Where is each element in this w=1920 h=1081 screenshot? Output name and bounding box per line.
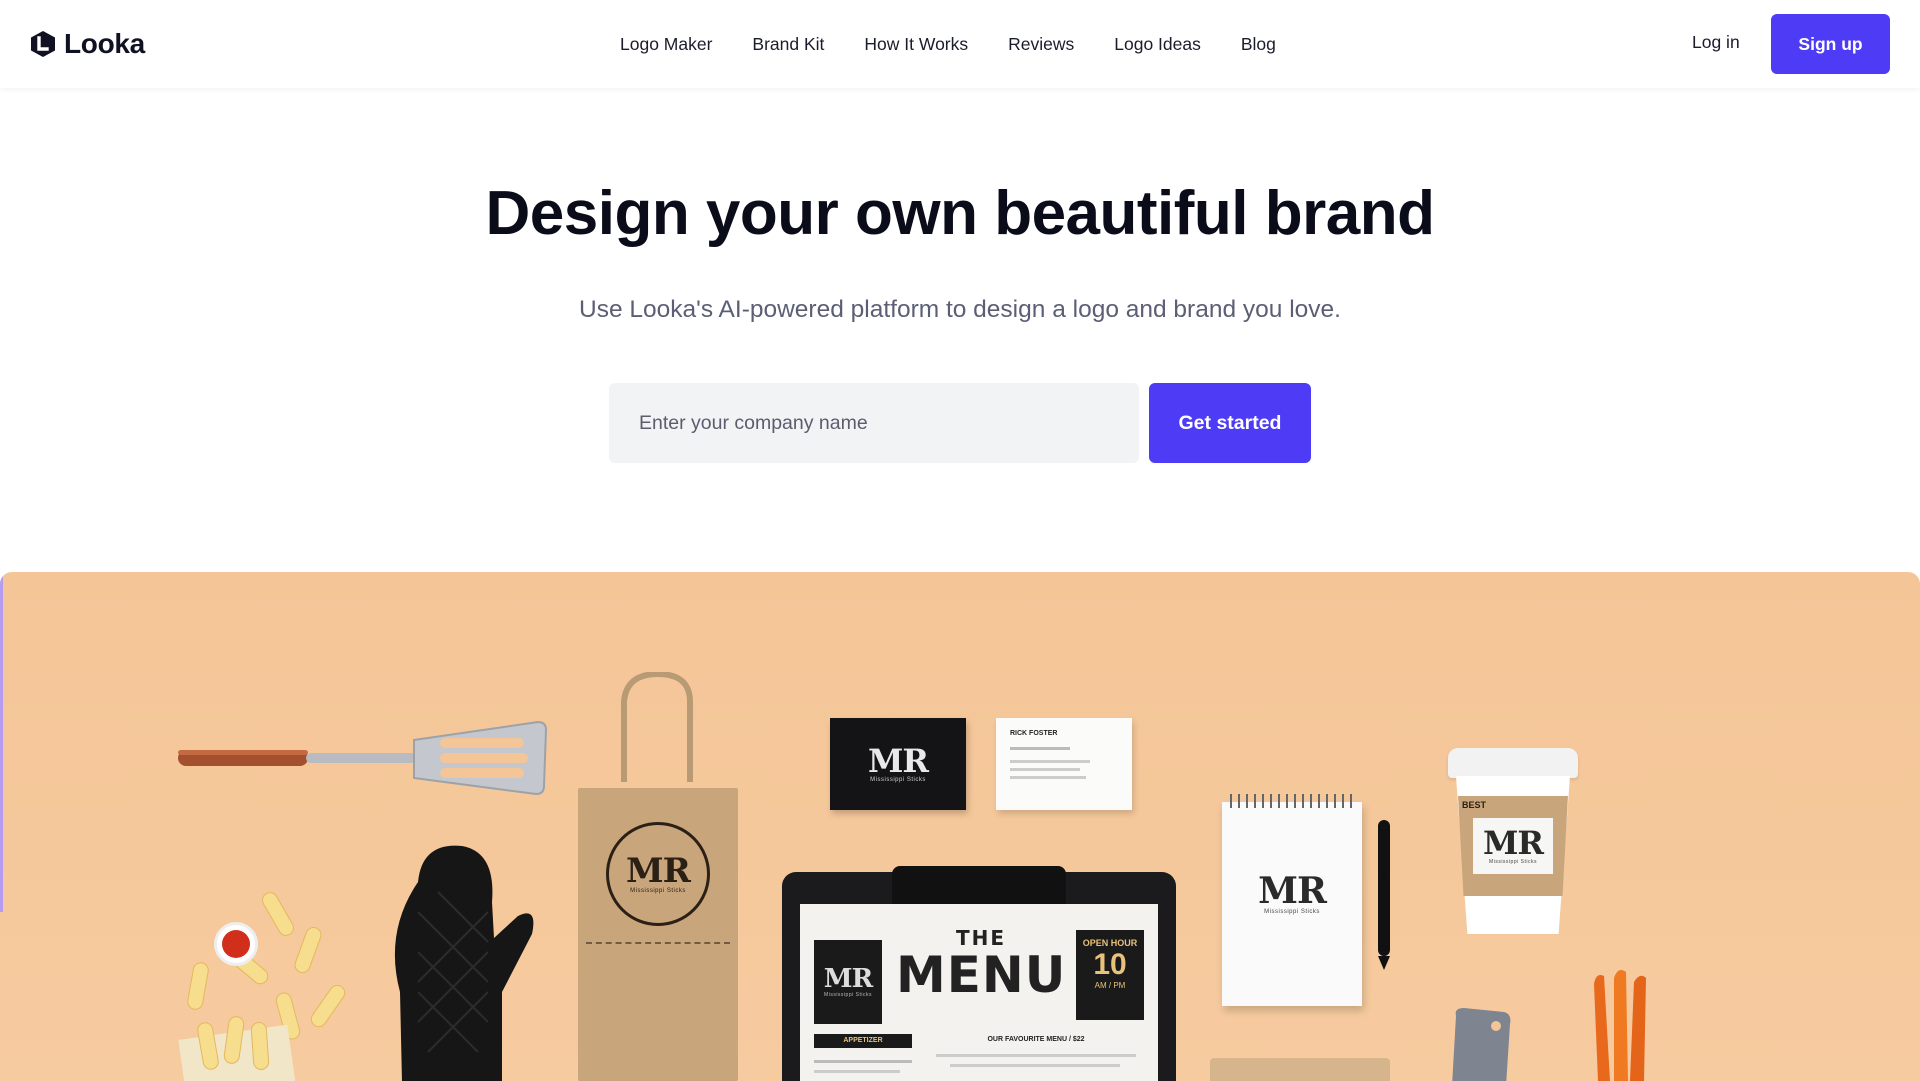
menu-clipboard-mockup: MR Mississippi Sticks THE MENU OPEN HOUR… bbox=[782, 866, 1176, 1081]
showcase-accent-line bbox=[0, 572, 3, 912]
business-card-front: MR Mississippi Sticks bbox=[830, 718, 966, 810]
hero-title: Design your own beautiful brand bbox=[485, 179, 1435, 248]
cup-logo-tagline: Mississippi Sticks bbox=[1489, 859, 1537, 865]
nav-reviews[interactable]: Reviews bbox=[1008, 34, 1074, 55]
main-nav: Logo Maker Brand Kit How It Works Review… bbox=[620, 0, 1276, 88]
nav-logo-ideas[interactable]: Logo Ideas bbox=[1114, 34, 1201, 55]
card-logo-tagline: Mississippi Sticks bbox=[870, 777, 926, 783]
nav-brand-kit[interactable]: Brand Kit bbox=[752, 34, 824, 55]
coffee-cup-mockup: BEST MR Mississippi Sticks bbox=[1448, 748, 1578, 934]
notepad-logo-mark: MR bbox=[1258, 870, 1327, 912]
spatula-icon bbox=[178, 720, 548, 796]
nav-logo-maker[interactable]: Logo Maker bbox=[620, 34, 712, 55]
cup-label: BEST bbox=[1462, 800, 1487, 810]
bag-logo-mark: MR bbox=[626, 851, 691, 891]
open-hour-unit: AM / PM bbox=[1094, 981, 1126, 990]
hero-subtitle: Use Looka's AI-powered platform to desig… bbox=[579, 296, 1341, 323]
oven-mitt-icon bbox=[394, 845, 534, 1081]
company-name-form: Get started bbox=[609, 383, 1311, 463]
menu-title: MENU bbox=[896, 946, 1067, 1004]
open-hour-value: 10 bbox=[1093, 948, 1127, 981]
nav-blog[interactable]: Blog bbox=[1241, 34, 1276, 55]
carrots-icon bbox=[1594, 970, 1646, 1081]
business-card-back: RICK FOSTER bbox=[996, 718, 1132, 810]
brand-logo[interactable]: Looka bbox=[29, 28, 145, 60]
notepad-logo-tagline: Mississippi Sticks bbox=[1264, 909, 1320, 915]
company-name-input[interactable] bbox=[609, 383, 1139, 463]
cup-logo-mark: MR bbox=[1482, 824, 1544, 862]
signup-button[interactable]: Sign up bbox=[1771, 14, 1890, 74]
notepad-mockup: MR Mississippi Sticks bbox=[1222, 794, 1362, 1006]
bag-logo-tagline: Mississippi Sticks bbox=[630, 888, 686, 894]
brand-name: Looka bbox=[64, 28, 145, 59]
paper-bag-mockup: MR Mississippi Sticks bbox=[578, 672, 738, 1081]
takeaway-box-mockup bbox=[1210, 1058, 1390, 1081]
pen-icon bbox=[1378, 820, 1390, 970]
card-logo-mark: MR bbox=[867, 742, 929, 780]
menu-logo-tagline: Mississippi Sticks bbox=[824, 992, 872, 998]
menu-logo-mark: MR bbox=[823, 964, 873, 994]
card-contact-name: RICK FOSTER bbox=[1010, 730, 1058, 737]
get-started-button[interactable]: Get started bbox=[1149, 383, 1311, 463]
open-hour-label: OPEN HOUR bbox=[1082, 938, 1138, 948]
fries-illustration bbox=[160, 882, 360, 1081]
login-link[interactable]: Log in bbox=[1692, 32, 1740, 53]
menu-section-favourite: OUR FAVOURITE MENU / $22 bbox=[987, 1036, 1085, 1043]
cleaver-icon bbox=[1452, 1008, 1511, 1081]
looka-logo-icon bbox=[31, 31, 55, 57]
menu-section-appetizer: APPETIZER bbox=[814, 1034, 912, 1048]
site-header: Looka Logo Maker Brand Kit How It Works … bbox=[0, 0, 1920, 88]
nav-how-it-works[interactable]: How It Works bbox=[864, 34, 968, 55]
brand-showcase-image: MR Mississippi Sticks MR Mississippi Sti… bbox=[0, 572, 1920, 1081]
